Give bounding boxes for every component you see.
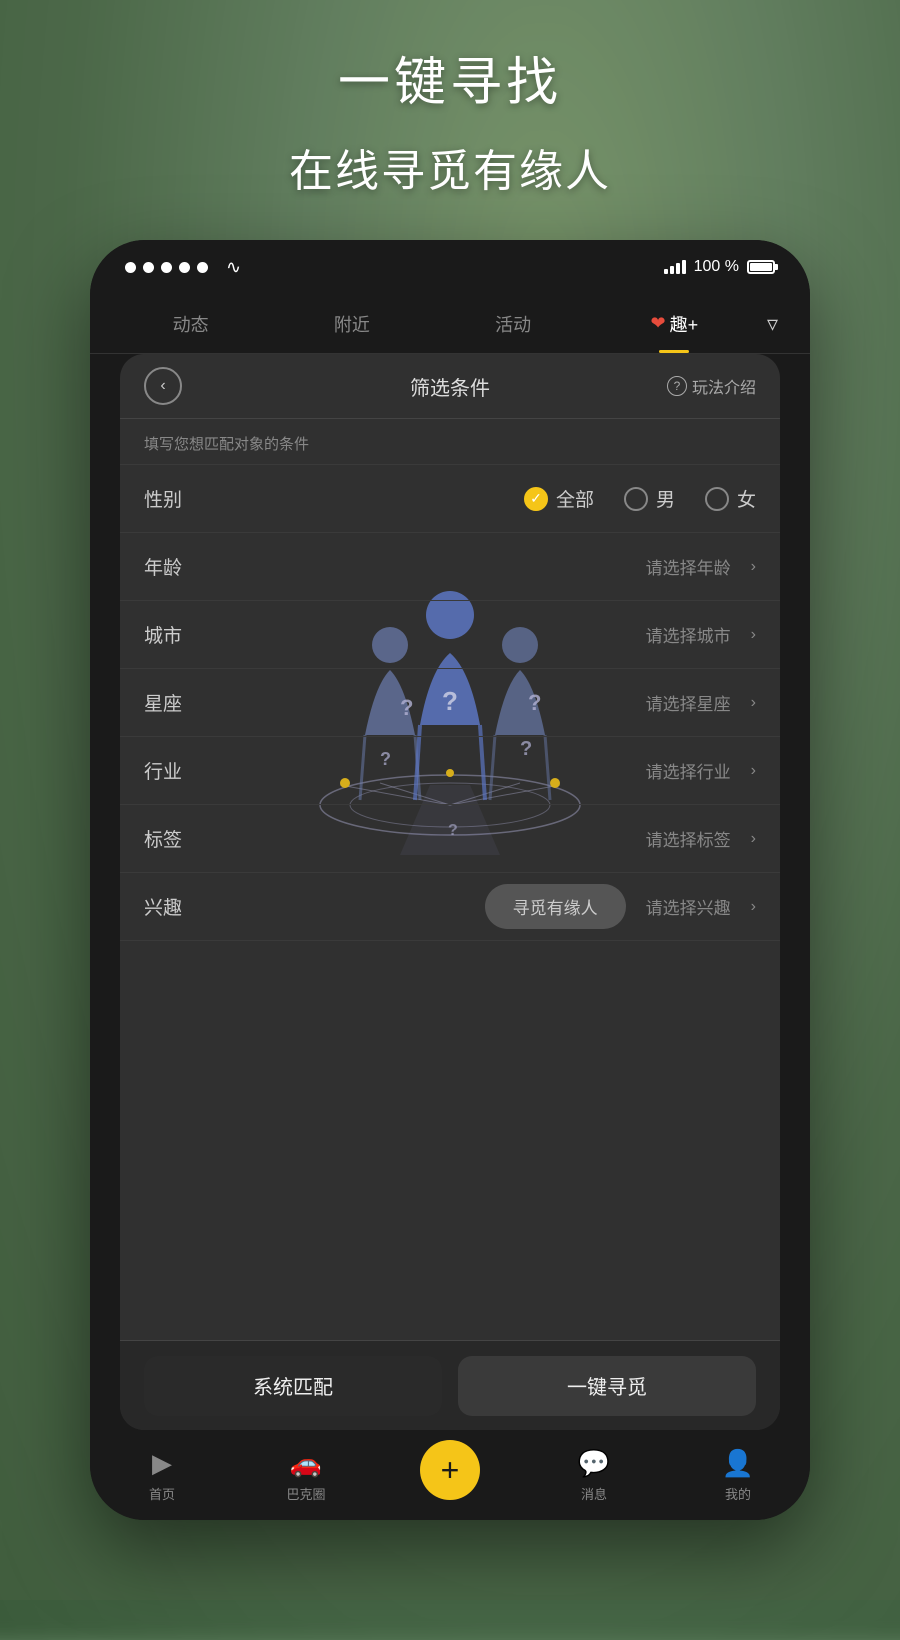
nav-tabs: 动态 附近 活动 ❤ 趣+ ▿ <box>90 294 810 354</box>
zodiac-placeholder: 请选择星座 <box>646 690 731 715</box>
dot5 <box>197 262 208 273</box>
industry-label: 行业 <box>144 757 224 784</box>
zodiac-chevron-icon: › <box>751 694 756 712</box>
check-icon: ✓ <box>530 490 542 507</box>
dot4 <box>179 262 190 273</box>
help-label: 玩法介绍 <box>692 374 756 398</box>
filter-list: ? ? ? ? ? ? <box>120 465 780 1340</box>
gender-male[interactable]: 男 <box>624 485 675 512</box>
city-chevron-icon: › <box>751 626 756 644</box>
nav-message-label: 消息 <box>581 1484 607 1503</box>
nav-profile[interactable]: 👤 我的 <box>666 1448 810 1503</box>
interest-placeholder: 请选择兴趣 <box>646 894 731 919</box>
status-right: 100 % <box>664 258 775 276</box>
zodiac-label: 星座 <box>144 689 224 716</box>
help-link[interactable]: ? 玩法介绍 <box>667 374 756 398</box>
nav-bakequan[interactable]: 🚗 巴克圈 <box>234 1448 378 1503</box>
car-icon: 🚗 <box>290 1448 322 1479</box>
panel-subtitle: 填写您想匹配对象的条件 <box>120 419 780 465</box>
radio-all: ✓ <box>524 487 548 511</box>
tag-chevron-icon: › <box>751 830 756 848</box>
chat-icon: 💬 <box>578 1448 610 1479</box>
dot2 <box>143 262 154 273</box>
nav-home-label: 首页 <box>149 1484 175 1503</box>
nav-plus[interactable]: + <box>378 1440 522 1510</box>
age-placeholder: 请选择年龄 <box>646 554 731 579</box>
tab-dongtai[interactable]: 动态 <box>110 303 271 345</box>
gender-female[interactable]: 女 <box>705 485 756 512</box>
city-placeholder: 请选择城市 <box>646 622 731 647</box>
gender-all[interactable]: ✓ 全部 <box>524 485 594 512</box>
tab-huodong[interactable]: 活动 <box>432 303 593 345</box>
dot1 <box>125 262 136 273</box>
age-content: 请选择年龄 › <box>224 554 756 579</box>
city-label: 城市 <box>144 621 224 648</box>
headline-line1: 一键寻找 <box>0 40 900 115</box>
headline-line2: 在线寻觅有缘人 <box>0 135 900 199</box>
filter-row-age[interactable]: 年龄 请选择年龄 › <box>120 533 780 601</box>
tab-qu-plus[interactable]: ❤ 趣+ <box>594 303 755 345</box>
panel-bottom: 系统匹配 一键寻觅 <box>120 1340 780 1430</box>
gender-label: 性别 <box>144 485 224 512</box>
filter-row-gender: 性别 ✓ 全部 男 <box>120 465 780 533</box>
age-chevron-icon: › <box>751 558 756 576</box>
panel-header: ‹ 筛选条件 ? 玩法介绍 <box>120 354 780 419</box>
city-content: 请选择城市 › <box>224 622 756 647</box>
interest-label: 兴趣 <box>144 893 224 920</box>
battery-icon <box>747 260 775 274</box>
nav-message[interactable]: 💬 消息 <box>522 1448 666 1503</box>
search-button[interactable]: 一键寻觅 <box>458 1356 756 1416</box>
wifi-icon: ∿ <box>226 257 241 278</box>
tag-content: 请选择标签 › <box>224 826 756 851</box>
filter-row-industry[interactable]: 行业 请选择行业 › <box>120 737 780 805</box>
bottom-nav: ▶ 首页 🚗 巴克圈 + 💬 消息 👤 我的 <box>90 1430 810 1520</box>
industry-placeholder: 请选择行业 <box>646 758 731 783</box>
zodiac-content: 请选择星座 › <box>224 690 756 715</box>
industry-chevron-icon: › <box>751 762 756 780</box>
tag-label: 标签 <box>144 825 224 852</box>
radio-male <box>624 487 648 511</box>
filter-panel: ‹ 筛选条件 ? 玩法介绍 填写您想匹配对象的条件 <box>120 354 780 1430</box>
interest-content: 寻觅有缘人 请选择兴趣 › <box>224 884 756 929</box>
panel-title: 筛选条件 <box>410 372 490 401</box>
filter-row-interest: 兴趣 寻觅有缘人 请选择兴趣 › <box>120 873 780 941</box>
status-dots <box>125 262 208 273</box>
interest-btn[interactable]: 寻觅有缘人 <box>485 884 626 929</box>
battery-percent: 100 % <box>694 258 739 276</box>
nav-profile-label: 我的 <box>725 1484 751 1503</box>
filter-row-tag[interactable]: 标签 请选择标签 › <box>120 805 780 873</box>
filter-row-city[interactable]: 城市 请选择城市 › <box>120 601 780 669</box>
tag-placeholder: 请选择标签 <box>646 826 731 851</box>
back-button[interactable]: ‹ <box>144 367 182 405</box>
user-icon: 👤 <box>722 1448 754 1479</box>
heart-icon: ❤ <box>651 313 666 334</box>
gender-female-label: 女 <box>737 485 756 512</box>
home-icon: ▶ <box>152 1448 172 1479</box>
interest-chevron-icon: › <box>751 898 756 916</box>
age-label: 年龄 <box>144 553 224 580</box>
gender-all-label: 全部 <box>556 485 594 512</box>
radio-female <box>705 487 729 511</box>
filter-button[interactable]: ▿ <box>755 303 790 345</box>
nav-bakequan-label: 巴克圈 <box>286 1484 325 1503</box>
gender-options: ✓ 全部 男 女 <box>224 485 756 512</box>
match-button[interactable]: 系统匹配 <box>144 1356 442 1416</box>
gender-male-label: 男 <box>656 485 675 512</box>
signal-icon <box>664 260 686 274</box>
dot3 <box>161 262 172 273</box>
nav-home[interactable]: ▶ 首页 <box>90 1448 234 1503</box>
filter-row-zodiac[interactable]: 星座 请选择星座 › <box>120 669 780 737</box>
phone-frame: ∿ 100 % 动态 附近 活动 ❤ 趣+ ▿ <box>90 240 810 1520</box>
plus-button[interactable]: + <box>420 1440 480 1500</box>
industry-content: 请选择行业 › <box>224 758 756 783</box>
top-text-block: 一键寻找 在线寻觅有缘人 <box>0 40 900 199</box>
tab-fujin[interactable]: 附近 <box>271 303 432 345</box>
back-chevron-icon: ‹ <box>160 377 165 395</box>
help-icon: ? <box>667 376 687 396</box>
plus-icon: + <box>441 1452 460 1489</box>
status-bar: ∿ 100 % <box>90 240 810 294</box>
